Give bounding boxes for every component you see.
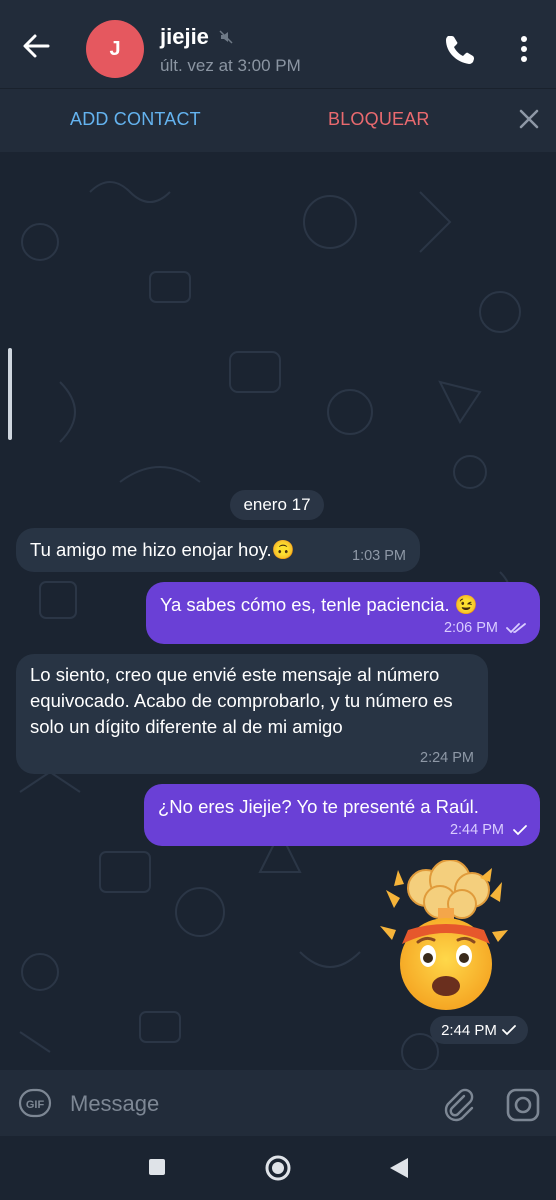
message-text: Tu amigo me hizo enojar hoy.🙃 xyxy=(30,539,295,560)
contact-name: jiejie xyxy=(160,24,209,49)
paperclip-icon[interactable] xyxy=(440,1086,476,1122)
message-text: ¿No eres Jiejie? Yo te presenté a Raúl. xyxy=(158,796,479,817)
arrow-left-icon[interactable] xyxy=(18,28,54,64)
square-icon[interactable] xyxy=(148,1158,166,1176)
svg-text:GIF: GIF xyxy=(26,1099,45,1111)
avatar-letter: J xyxy=(109,37,121,60)
message-bubble-incoming[interactable]: Tu amigo me hizo enojar hoy.🙃 1:03 PM xyxy=(16,528,420,572)
message-text: Ya sabes cómo es, tenle paciencia. 😉 xyxy=(160,594,478,615)
close-icon[interactable] xyxy=(516,106,542,132)
message-bubble-incoming[interactable]: Lo siento, creo que envié este mensaje a… xyxy=(16,654,488,774)
double-check-icon xyxy=(506,623,526,634)
phone-icon[interactable] xyxy=(442,32,476,66)
system-navigation-bar xyxy=(0,1136,556,1200)
circle-home-icon[interactable] xyxy=(264,1154,292,1182)
message-time: 2:24 PM xyxy=(420,750,474,766)
exploding-head-sticker[interactable] xyxy=(368,860,524,1016)
chat-header: J jiejie últ. vez at 3:00 PM xyxy=(0,0,556,88)
camera-icon[interactable] xyxy=(504,1086,542,1124)
message-time: 2:44 PM xyxy=(441,1021,497,1039)
message-meta: 2:06 PM xyxy=(444,620,528,636)
message-text: Lo siento, creo que envié este mensaje a… xyxy=(30,664,453,737)
chat-title[interactable]: jiejie últ. vez at 3:00 PM xyxy=(160,24,301,76)
message-time: 2:06 PM xyxy=(443,620,498,636)
message-bubble-outgoing[interactable]: Ya sabes cómo es, tenle paciencia. 😉 2:0… xyxy=(146,582,540,644)
message-bubble-outgoing[interactable]: ¿No eres Jiejie? Yo te presenté a Raúl. … xyxy=(144,784,540,846)
add-contact-button[interactable]: ADD CONTACT xyxy=(70,109,201,130)
single-check-icon xyxy=(513,825,527,836)
avatar[interactable]: J xyxy=(86,20,144,78)
muted-speaker-icon xyxy=(219,30,233,44)
gif-icon[interactable]: GIF xyxy=(18,1086,52,1120)
scroll-indicator[interactable] xyxy=(8,348,12,440)
triangle-back-icon[interactable] xyxy=(388,1156,410,1180)
new-contact-action-bar: ADD CONTACT BLOQUEAR xyxy=(0,88,556,153)
message-meta: 2:44 PM xyxy=(450,822,528,838)
sticker-meta: 2:44 PM xyxy=(430,1016,528,1044)
message-input[interactable] xyxy=(68,1084,432,1124)
message-composer: GIF xyxy=(0,1070,556,1136)
block-button[interactable]: BLOQUEAR xyxy=(328,109,430,130)
date-separator: enero 17 xyxy=(230,490,324,520)
message-time: 2:44 PM xyxy=(449,822,504,838)
message-list[interactable]: enero 17 Tu amigo me hizo enojar hoy.🙃 1… xyxy=(0,152,556,1070)
message-time: 1:03 PM xyxy=(352,548,406,564)
single-check-icon xyxy=(502,1025,516,1036)
vertical-dots-icon[interactable] xyxy=(512,32,536,66)
last-seen-status: últ. vez at 3:00 PM xyxy=(160,56,301,75)
